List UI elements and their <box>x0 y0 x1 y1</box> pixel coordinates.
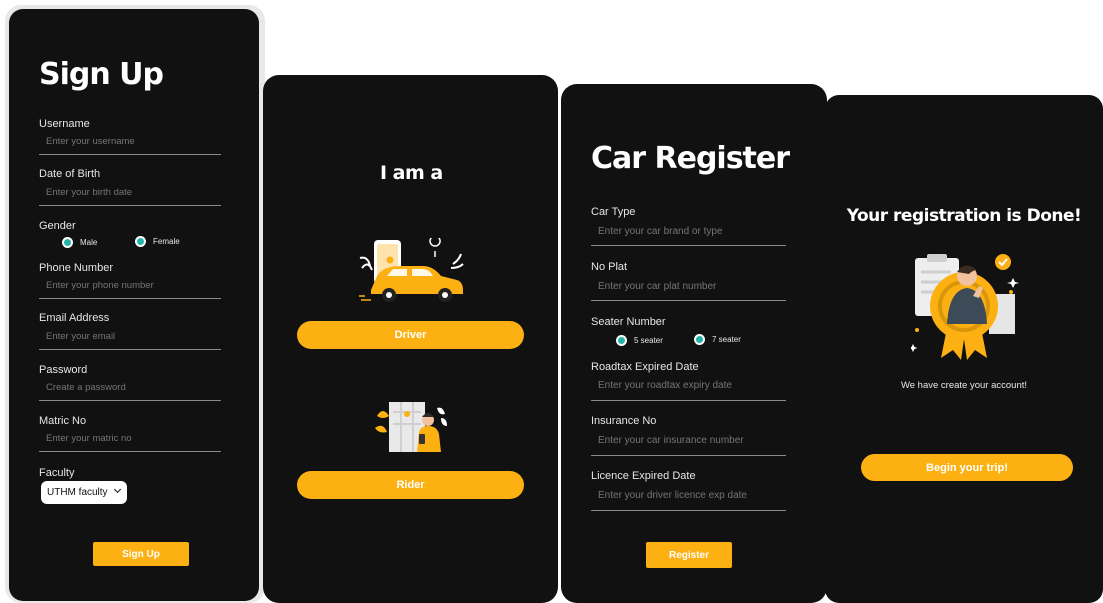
licence-input[interactable] <box>598 490 778 501</box>
insurance-underline <box>591 455 786 456</box>
done-message: We have create your account! <box>900 380 1028 391</box>
gender-female-radio[interactable]: Female <box>135 236 180 247</box>
password-input[interactable] <box>46 382 216 393</box>
car-type-input[interactable] <box>598 226 778 237</box>
role-panel: I am a Driver Rider <box>263 75 558 603</box>
insurance-label: Insurance No <box>591 415 657 427</box>
username-label: Username <box>39 118 90 130</box>
signup-title: Sign Up <box>39 57 164 92</box>
email-label: Email Address <box>39 312 110 324</box>
gender-female-label: Female <box>153 237 180 246</box>
phone-label: Phone Number <box>39 262 113 274</box>
role-title: I am a <box>380 162 443 184</box>
roadtax-label: Roadtax Expired Date <box>591 361 699 373</box>
matric-underline <box>39 451 221 452</box>
done-title: Your registration is Done! <box>846 206 1082 226</box>
begin-trip-button[interactable]: Begin your trip! <box>861 454 1073 481</box>
car-type-label: Car Type <box>591 206 636 218</box>
seater-7-label: 7 seater <box>712 335 741 344</box>
plate-input[interactable] <box>598 281 778 292</box>
email-underline <box>39 349 221 350</box>
username-underline <box>39 154 221 155</box>
seater-5-radio[interactable]: 5 seater <box>616 335 663 346</box>
licence-label: Licence Expired Date <box>591 470 696 482</box>
gender-male-radio[interactable]: Male <box>62 237 97 248</box>
chevron-down-icon <box>113 485 122 494</box>
roadtax-input[interactable] <box>598 380 778 391</box>
driver-car-illustration <box>359 238 464 302</box>
password-label: Password <box>39 364 88 376</box>
car-register-panel: Car Register Car Type No Plat Seater Num… <box>561 84 827 603</box>
phone-underline <box>39 298 221 299</box>
faculty-selected-value: UTHM faculty <box>47 487 108 498</box>
faculty-label: Faculty <box>39 467 75 479</box>
radio-button-icon <box>616 335 627 346</box>
phone-input[interactable] <box>46 280 216 291</box>
radio-button-icon <box>62 237 73 248</box>
pin-icon <box>386 256 394 264</box>
driver-button[interactable]: Driver <box>297 321 524 349</box>
licence-underline <box>591 510 786 511</box>
roadtax-underline <box>591 400 786 401</box>
check-badge-icon <box>995 254 1011 270</box>
faculty-select[interactable]: UTHM faculty <box>41 481 127 504</box>
gender-label: Gender <box>39 220 76 232</box>
email-input[interactable] <box>46 331 216 342</box>
register-button[interactable]: Register <box>646 542 732 568</box>
dob-input[interactable] <box>46 187 216 198</box>
plate-label: No Plat <box>591 261 628 273</box>
insurance-input[interactable] <box>598 435 778 446</box>
plate-underline <box>591 300 786 301</box>
award-illustration <box>911 254 1019 360</box>
password-underline <box>39 400 221 401</box>
seater-7-radio[interactable]: 7 seater <box>694 334 741 345</box>
rider-illustration <box>375 402 447 452</box>
dob-label: Date of Birth <box>39 168 101 180</box>
car-type-underline <box>591 245 786 246</box>
signup-button[interactable]: Sign Up <box>93 542 189 566</box>
gender-male-label: Male <box>80 238 98 247</box>
signup-panel: Sign Up Username Date of Birth Gender Ma… <box>9 9 259 601</box>
matric-input[interactable] <box>46 433 216 444</box>
radio-button-icon <box>135 236 146 247</box>
username-input[interactable] <box>46 136 216 147</box>
seater-label: Seater Number <box>591 316 666 328</box>
matric-label: Matric No <box>39 415 87 427</box>
rider-button[interactable]: Rider <box>297 471 524 499</box>
dob-underline <box>39 205 221 206</box>
radio-button-icon <box>694 334 705 345</box>
done-panel: Your registration is Done! We have creat… <box>825 95 1103 603</box>
seater-5-label: 5 seater <box>634 336 663 345</box>
car-register-title: Car Register <box>591 141 790 176</box>
